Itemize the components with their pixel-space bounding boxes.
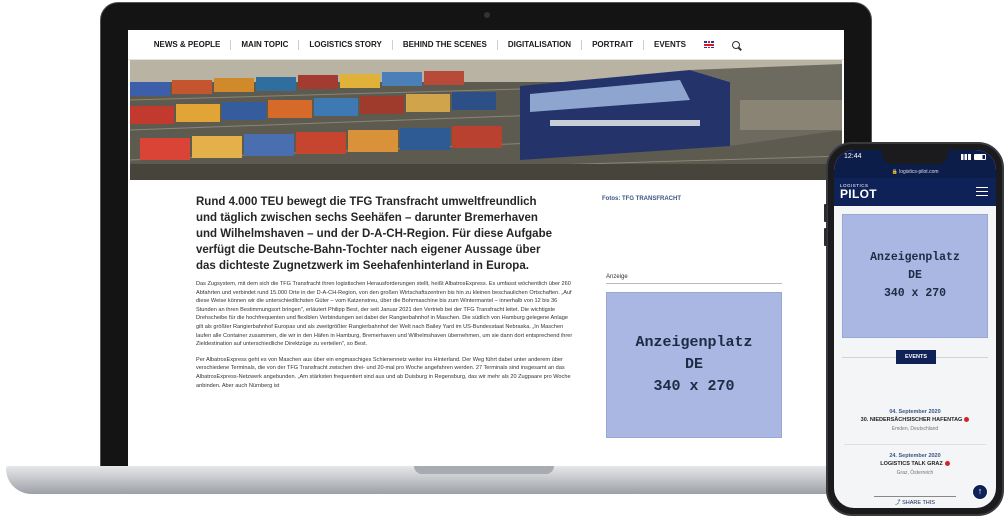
ad-line: 340 x 270	[653, 378, 735, 395]
ad-line: Anzeigenplatz	[870, 251, 960, 264]
event-status-dot-icon	[964, 417, 970, 423]
event-title: 30. NIEDERSÄCHSISCHER HAFENTAG	[860, 417, 963, 423]
logistics-pilot-logo[interactable]: LOGISTICS PILOT	[840, 183, 877, 200]
nav-digitalisation[interactable]: DIGITALISATION	[498, 39, 583, 50]
logo-bottom-text: PILOT	[840, 187, 877, 201]
phone-screen: 12:44 🔒 logistics-pilot.com LOGISTICS PI…	[834, 150, 996, 508]
article-body: Das Zugsystem, mit dem sich die TFG Tran…	[196, 280, 574, 397]
search-icon[interactable]	[732, 40, 740, 49]
event-place: Graz, Österreich	[896, 470, 934, 476]
tab-events[interactable]: EVENTS	[896, 350, 936, 364]
ad-placeholder[interactable]: Anzeigenplatz DE 340 x 270	[606, 292, 782, 438]
nav-behind-the-scenes[interactable]: BEHIND THE SCENES	[393, 39, 498, 50]
article-paragraph: Das Zugsystem, mit dem sich die TFG Tran…	[196, 281, 573, 348]
main-navigation: NEWS & PEOPLE MAIN TOPIC LOGISTICS STORY…	[128, 30, 844, 60]
mobile-ad-placeholder[interactable]: Anzeigenplatz DE 340 x 270	[842, 214, 988, 338]
phone-notch	[882, 150, 948, 164]
nav-portrait[interactable]: PORTRAIT	[582, 39, 644, 50]
article-paragraph: Per AlbatrosExpress geht es von Maschen …	[196, 356, 571, 389]
ad-label: Anzeige	[606, 274, 782, 284]
event-title-row: 30. NIEDERSÄCHSISCHER HAFENTAG	[838, 416, 992, 425]
hamburger-menu-icon[interactable]	[976, 187, 988, 196]
event-title: LOGISTICS TALK GRAZ	[880, 461, 943, 467]
nav-main-topic[interactable]: MAIN TOPIC	[231, 39, 300, 50]
url-bar[interactable]: 🔒 logistics-pilot.com	[834, 168, 996, 178]
hero-image-freight-trains	[130, 60, 842, 180]
status-time: 12:44	[844, 153, 862, 160]
ad-line: Anzeigenplatz	[635, 334, 753, 351]
nav-news-people[interactable]: NEWS & PEOPLE	[144, 39, 232, 50]
event-date: 04. September 2020	[889, 409, 941, 415]
ad-line: DE	[684, 356, 703, 373]
status-icons	[961, 154, 986, 160]
event-title-row: LOGISTICS TALK GRAZ	[838, 460, 992, 469]
share-button[interactable]: ⤴ SHARE THIS	[874, 496, 956, 506]
share-label: SHARE THIS	[902, 500, 935, 506]
event-date: 24. September 2020	[889, 453, 941, 459]
laptop-screen: NEWS & PEOPLE MAIN TOPIC LOGISTICS STORY…	[128, 30, 844, 478]
laptop-opening-notch	[414, 466, 554, 474]
ad-line: DE	[908, 269, 922, 282]
mobile-header: LOGISTICS PILOT	[834, 178, 996, 206]
event-status-dot-icon	[944, 461, 950, 467]
laptop-camera	[484, 12, 490, 18]
back-to-top-icon[interactable]: ↑	[972, 484, 988, 500]
signal-icon	[961, 154, 971, 160]
container-train-illustration	[130, 60, 842, 180]
event-item[interactable]: 04. September 2020 30. NIEDERSÄCHSISCHER…	[838, 408, 992, 434]
url-text: logistics-pilot.com	[899, 169, 939, 175]
uk-flag-icon[interactable]	[704, 41, 714, 48]
phone-volume-up-button	[824, 204, 827, 222]
photo-credit: Fotos: TFG TRANSFRACHT	[602, 196, 681, 202]
ad-line: 340 x 270	[883, 287, 947, 300]
phone-volume-down-button	[824, 228, 827, 246]
battery-icon	[974, 154, 986, 160]
event-place: Emden, Deutschland	[891, 426, 939, 432]
article-lead: Rund 4.000 TEU bewegt die TFG Transfrach…	[196, 196, 552, 272]
nav-events[interactable]: EVENTS	[644, 40, 696, 50]
event-item[interactable]: 24. September 2020 LOGISTICS TALK GRAZ G…	[838, 452, 992, 478]
nav-logistics-story[interactable]: LOGISTICS STORY	[299, 39, 393, 50]
event-separator	[844, 444, 986, 445]
